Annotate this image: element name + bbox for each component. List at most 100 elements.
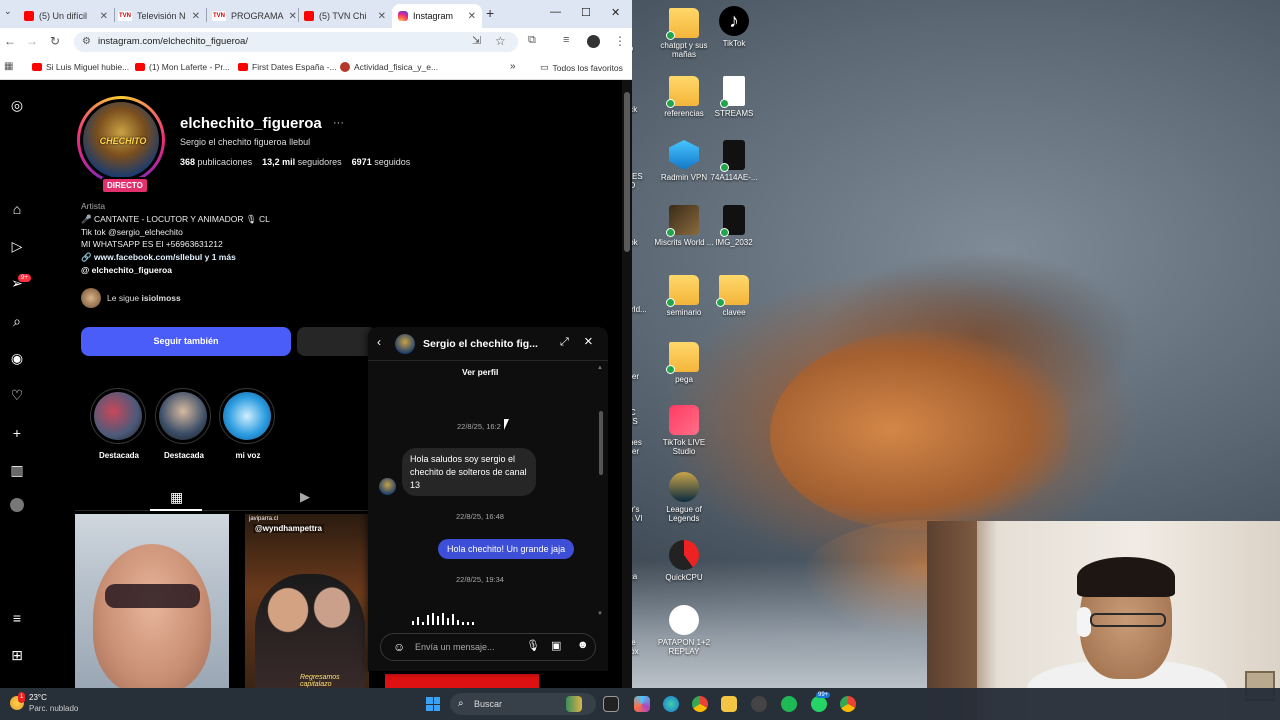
desktop-icon[interactable]: TikTok LIVE Studio	[653, 405, 715, 456]
profile-avatar[interactable]	[10, 498, 24, 512]
desktop-icon[interactable]: League of Legends	[653, 472, 715, 523]
task-view-icon[interactable]	[603, 696, 619, 712]
post-thumbnail[interactable]	[385, 674, 539, 688]
media-controls-icon[interactable]: ≡	[563, 34, 569, 46]
whatsapp-icon[interactable]	[811, 696, 827, 712]
forward-icon[interactable]: →	[26, 34, 38, 48]
tab-strip: ⌄ (5) Un difícil ✕ TVN Televisión N ✕ TVN PR…	[0, 0, 632, 28]
browser-tab[interactable]: TVN Televisión N ✕	[112, 4, 206, 28]
notifications-icon[interactable]: ♡	[8, 386, 26, 404]
microphone-icon[interactable]: 🎙	[526, 639, 540, 652]
desktop-icon[interactable]: PATAPON 1+2 REPLAY	[653, 605, 715, 656]
explore-icon[interactable]: ◉	[8, 349, 26, 367]
followed-by[interactable]: Le sigue isiolmoss	[81, 288, 181, 308]
bookmark-star-icon[interactable]: ☆	[495, 34, 506, 48]
story-highlight[interactable]: mi voz	[219, 388, 277, 460]
bookmark-item[interactable]: Actividad_fisica_y_e...	[340, 62, 438, 72]
instagram-logo-icon[interactable]: ◎	[8, 96, 26, 114]
message-button[interactable]	[297, 327, 377, 356]
desktop-icon[interactable]: STREAMS	[703, 76, 765, 118]
desktop-icon[interactable]: QuickCPU	[653, 540, 715, 582]
reload-icon[interactable]: ↻	[50, 34, 60, 48]
message-input[interactable]	[415, 640, 505, 654]
all-favorites[interactable]: ▭ Todos los favoritos	[540, 62, 623, 73]
desktop-icon[interactable]: 74A114AE-...	[703, 140, 765, 182]
file-explorer-icon[interactable]	[721, 696, 737, 712]
extensions-icon[interactable]: ⧉	[528, 34, 536, 47]
page-scrollbar[interactable]	[622, 80, 632, 688]
profile-avatar-icon[interactable]	[587, 35, 600, 48]
more-bookmarks-icon[interactable]: »	[510, 61, 516, 72]
address-bar[interactable]: ⚙ instagram.com/elchechito_figueroa/	[74, 32, 518, 52]
obs-icon[interactable]	[751, 696, 767, 712]
apps-grid-icon[interactable]: ▦	[4, 61, 13, 72]
tab-search-icon[interactable]: ⌄	[4, 6, 12, 17]
menu-icon[interactable]: ⋮	[614, 34, 626, 48]
edge-icon[interactable]	[663, 696, 679, 712]
close-tab-icon[interactable]: ✕	[468, 11, 476, 22]
more-menu-icon[interactable]: ≡	[8, 609, 26, 627]
copilot-icon[interactable]	[634, 696, 650, 712]
live-badge[interactable]: DIRECTO	[101, 177, 149, 194]
reels-icon[interactable]: ▷	[8, 237, 26, 255]
chrome-profile-icon[interactable]	[840, 696, 856, 712]
bookmark-item[interactable]: (1) Mon Laferte - Pr...	[135, 62, 230, 72]
desktop-icon[interactable]: ♪ TikTok	[703, 6, 765, 48]
close-tab-icon[interactable]: ✕	[289, 11, 297, 22]
weather-widget[interactable]: 1 23°C Parc. nublado	[10, 692, 78, 714]
more-options-icon[interactable]: ···	[333, 117, 344, 129]
back-icon[interactable]: ‹	[377, 335, 381, 349]
spotify-icon[interactable]	[781, 696, 797, 712]
audio-message-waveform[interactable]	[412, 607, 542, 625]
create-icon[interactable]: +	[8, 424, 26, 442]
reels-tab-icon[interactable]: ▶	[300, 489, 310, 505]
view-profile-link[interactable]: Ver perfil	[462, 367, 498, 377]
bookmark-item[interactable]: Si Luis Miguel hubie...	[32, 62, 129, 72]
story-highlight[interactable]: Destacada	[155, 388, 213, 460]
also-from-meta-icon[interactable]: ⊞	[8, 646, 26, 664]
search-icon[interactable]: ⌕	[8, 312, 26, 330]
back-icon[interactable]: ←	[4, 34, 16, 48]
follow-back-button[interactable]: Seguir también	[81, 327, 291, 356]
start-button[interactable]	[426, 697, 440, 711]
bookmark-item[interactable]: First Dates España -...	[238, 62, 337, 72]
browser-tab[interactable]: TVN PROGRAMA ✕	[206, 4, 300, 28]
chrome-icon[interactable]	[692, 696, 708, 712]
close-tab-icon[interactable]: ✕	[378, 11, 386, 22]
following-count[interactable]: 6971 seguidos	[352, 157, 411, 167]
desktop-icon[interactable]: pega	[653, 342, 715, 384]
site-info-icon[interactable]: ⚙	[82, 32, 91, 52]
home-icon[interactable]: ⌂	[8, 200, 26, 218]
sticker-icon[interactable]: ☻	[577, 639, 589, 651]
dm-contact-name[interactable]: Sergio el chechito fig...	[423, 338, 538, 350]
emoji-icon[interactable]: ☺	[393, 640, 405, 654]
followers-count[interactable]: 13,2 mil seguidores	[262, 157, 342, 167]
browser-tab[interactable]: (5) Un difícil ✕	[18, 4, 114, 28]
post-thumbnail[interactable]	[75, 514, 229, 688]
expand-icon[interactable]: ⤢	[560, 336, 569, 349]
install-app-icon[interactable]: ⇲	[472, 34, 481, 47]
browser-tab-active[interactable]: Instagram ✕	[392, 4, 482, 28]
quickcpu-icon	[669, 540, 699, 570]
threads-link[interactable]: @ elchechito_figueroa	[81, 264, 361, 277]
bio-link[interactable]: 🔗 www.facebook.com/sllebul y 1 más	[81, 251, 361, 264]
dashboard-icon[interactable]: ▥	[8, 461, 26, 479]
post-thumbnail[interactable]: javiparra.cl @wyndhampettra Regresamos c…	[245, 514, 369, 688]
maximize-icon[interactable]: ☐	[581, 6, 591, 19]
story-highlight[interactable]: Destacada	[90, 388, 148, 460]
image-icon[interactable]: ▣	[551, 639, 561, 652]
desktop-icon[interactable]: clavee	[703, 275, 765, 317]
close-tab-icon[interactable]: ✕	[192, 11, 200, 22]
minimize-icon[interactable]: —	[550, 6, 561, 18]
desktop-icon[interactable]: IMG_2032	[703, 205, 765, 247]
close-tab-icon[interactable]: ✕	[100, 11, 108, 22]
close-icon[interactable]: ×	[584, 333, 593, 350]
new-tab-icon[interactable]: +	[486, 5, 494, 21]
posts-grid-tab-icon[interactable]: ▦	[170, 489, 183, 506]
widget-app-icon[interactable]	[566, 696, 582, 712]
browser-tab[interactable]: (5) TVN Chi ✕	[298, 4, 392, 28]
dm-scrollbar[interactable]: ▲ ▼	[597, 365, 604, 619]
profile-avatar-large[interactable]: CHECHITO	[77, 96, 165, 184]
close-window-icon[interactable]: ✕	[611, 6, 620, 19]
dm-contact-avatar[interactable]	[395, 334, 415, 354]
